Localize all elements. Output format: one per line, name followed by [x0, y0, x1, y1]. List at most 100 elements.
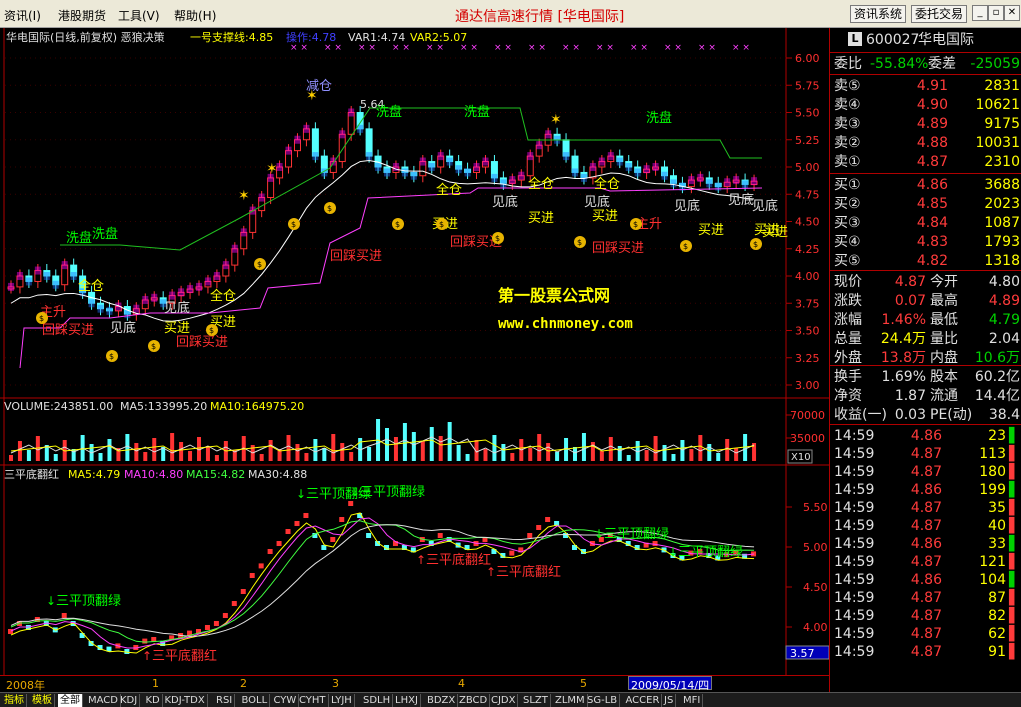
ask-row[interactable]: 卖⑤ 4.91 2831: [830, 77, 1021, 95]
tick-price: 4.86: [910, 536, 942, 552]
trend-band: [518, 171, 525, 180]
volume-bar: [331, 434, 336, 461]
ask-row[interactable]: 卖③ 4.89 9175: [830, 115, 1021, 133]
stat-v1: 24.4万: [880, 331, 926, 347]
trend-band: [231, 244, 238, 253]
bid-row[interactable]: 买① 4.86 3688: [830, 176, 1021, 194]
tab-rsi[interactable]: RSI: [214, 694, 236, 707]
tab-模板[interactable]: 模板: [30, 694, 55, 707]
signal-annotation: 见底: [164, 300, 190, 316]
tab-kd[interactable]: KD: [144, 694, 163, 707]
op-mark: × ×: [392, 43, 410, 53]
lower-cursor-value: 3.57: [790, 647, 815, 660]
tab-js[interactable]: JS: [662, 694, 677, 707]
tick-volume: 35: [988, 500, 1006, 516]
volume-bar: [662, 445, 667, 461]
signal-annotation: 见底: [728, 192, 754, 208]
stat2-l2: 流通: [930, 388, 958, 404]
trade-button[interactable]: 委托交易: [911, 5, 968, 23]
trend-band: [384, 168, 390, 177]
trend-band: [410, 171, 417, 180]
tab-mfi[interactable]: MFI: [681, 694, 704, 707]
tab-bdzx[interactable]: BDZX: [425, 694, 459, 707]
volume-bar: [555, 452, 560, 461]
volume-bar: [689, 449, 694, 461]
time-label-1: 1: [152, 677, 159, 690]
trend-band: [428, 163, 435, 171]
tick-price: 4.87: [910, 554, 942, 570]
trend-band: [509, 176, 516, 185]
tab-boll[interactable]: BOLL: [240, 694, 271, 707]
volume-bar: [617, 446, 622, 461]
tab-slzt[interactable]: SLZT: [521, 694, 551, 707]
tab-kdj[interactable]: KDJ: [118, 694, 141, 707]
bid-volume: 1793: [984, 234, 1020, 250]
minimize-icon[interactable]: _: [972, 5, 988, 21]
volume-ma10: MA10:164975.20: [210, 400, 304, 413]
trend-band: [464, 168, 471, 177]
tab-macd[interactable]: MACD: [86, 694, 121, 707]
tab-kdj-tdx[interactable]: KDJ-TDX: [163, 694, 208, 707]
money-bag-symbol: $: [39, 314, 44, 323]
tab-全部[interactable]: 全部: [58, 694, 83, 707]
stat-v1: 4.87: [894, 274, 926, 290]
tick-direction-icon: ▌: [1009, 626, 1020, 642]
volume-bar: [734, 448, 739, 461]
money-bag-symbol: $: [327, 204, 332, 213]
tab-sdlh[interactable]: SDLH: [361, 694, 394, 707]
volume-bar: [349, 452, 354, 461]
watermark-url: www.chnmoney.com: [498, 316, 633, 332]
news-system-button[interactable]: 资讯系统: [850, 5, 907, 23]
trend-band: [697, 173, 704, 182]
ask-row[interactable]: 卖② 4.88 10031: [830, 134, 1021, 152]
lower-mark: [294, 521, 300, 526]
lower-mark: [222, 613, 228, 618]
restore-icon[interactable]: ▫: [988, 5, 1004, 21]
stat2-v1: 0.03: [894, 407, 926, 423]
tab-zlmm[interactable]: ZLMM: [553, 694, 588, 707]
bid-volume: 1318: [984, 253, 1020, 269]
ask-row[interactable]: 卖④ 4.90 10621: [830, 96, 1021, 114]
volume-bar: [725, 439, 730, 461]
signal-annotation: 买进: [762, 225, 788, 240]
tab-cyht[interactable]: CYHT: [297, 694, 329, 707]
tab-sg-lb[interactable]: SG-LB: [585, 694, 621, 707]
menu-hk-futures[interactable]: 港股期货: [58, 7, 106, 24]
bid-row[interactable]: 买④ 4.83 1793: [830, 233, 1021, 251]
tab-指标[interactable]: 指标: [2, 694, 27, 707]
ask-row[interactable]: 卖① 4.87 2310: [830, 153, 1021, 171]
tab-lyjh[interactable]: LYJH: [329, 694, 355, 707]
signal-arrow-icon: ↑: [142, 649, 152, 663]
tab-zbcd[interactable]: ZBCD: [457, 694, 491, 707]
lower-mark: [213, 621, 219, 626]
menu-help[interactable]: 帮助(H): [174, 7, 216, 24]
volume-bar: [456, 445, 461, 461]
menu-tools[interactable]: 工具(V): [118, 7, 160, 24]
tab-lhxj[interactable]: LHXJ: [393, 694, 421, 707]
ask-price: 4.89: [916, 116, 948, 132]
money-bag-symbol: $: [439, 220, 444, 229]
money-bag-symbol: $: [257, 260, 262, 269]
tick-direction-icon: ▌: [1009, 554, 1020, 570]
runner-icon: ✶: [238, 188, 250, 204]
time-label-4: 4: [458, 677, 465, 690]
tab-cyw[interactable]: CYW: [272, 694, 300, 707]
trend-band: [401, 168, 408, 177]
volume-bar: [510, 453, 515, 461]
lower-signal-label: 三平顶翻绿: [360, 485, 425, 500]
lower-mark: [509, 550, 515, 556]
chart-area[interactable]: 6.00 5.75 5.50 5.25 5.00 4.75 4.50 4.25 4.00 3.75…: [0, 28, 829, 675]
tick-direction-icon: ▌: [1009, 644, 1020, 660]
volume-bar: [528, 448, 533, 461]
bid-row[interactable]: 买② 4.85 2023: [830, 195, 1021, 213]
tab-accer[interactable]: ACCER: [624, 694, 663, 707]
lower-ma10: MA10:4.80: [124, 468, 183, 481]
bid-row[interactable]: 买⑤ 4.82 1318: [830, 252, 1021, 270]
tick-row: 14:59 4.87 35 ▌: [830, 499, 1021, 517]
volume-bar: [483, 449, 488, 461]
menu-info[interactable]: 资讯(I): [4, 7, 41, 24]
close-icon[interactable]: ✕: [1004, 5, 1020, 21]
bid-row[interactable]: 买③ 4.84 1087: [830, 214, 1021, 232]
tab-cjdx[interactable]: CJDX: [489, 694, 519, 707]
tick-volume: 180: [979, 464, 1006, 480]
